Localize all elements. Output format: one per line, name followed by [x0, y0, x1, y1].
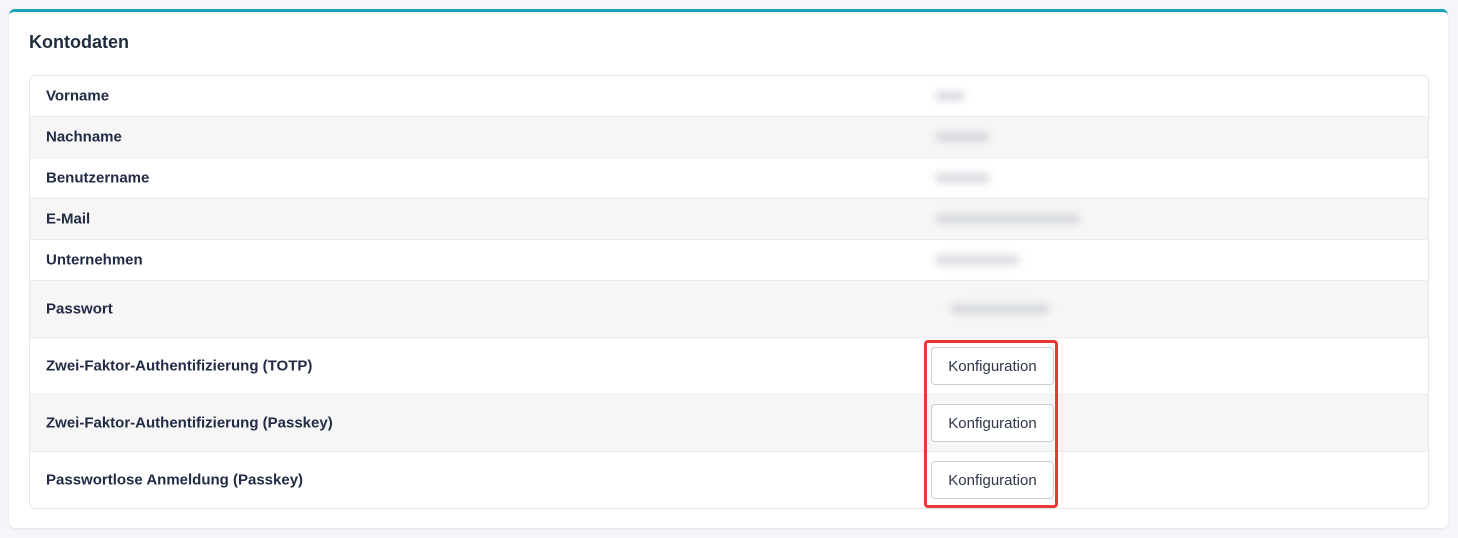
row-company: Unternehmen: [30, 240, 1428, 281]
redacted-value: [935, 173, 990, 183]
row-label: Passwortlose Anmeldung (Passkey): [46, 471, 304, 489]
row-username: Benutzername: [30, 158, 1428, 199]
account-data-card: Kontodaten Vorname Nachname Benutzername…: [9, 9, 1448, 528]
redacted-value: [935, 132, 990, 142]
row-passwordless-login: Passwortlose Anmeldung (Passkey) Konfigu…: [30, 452, 1428, 508]
row-2fa-totp: Zwei-Faktor-Authentifizierung (TOTP) Kon…: [30, 338, 1428, 395]
row-email: E-Mail: [30, 199, 1428, 240]
totp-configuration-button[interactable]: Konfiguration: [931, 347, 1054, 385]
passwordless-configuration-button[interactable]: Konfiguration: [931, 461, 1054, 499]
row-last-name: Nachname: [30, 117, 1428, 158]
row-label: Unternehmen: [46, 251, 143, 269]
row-label: E-Mail: [46, 210, 91, 228]
row-password: Passwort: [30, 281, 1428, 338]
redacted-value: [935, 214, 1080, 224]
row-first-name: Vorname: [30, 76, 1428, 117]
account-data-table: Vorname Nachname Benutzername E-Mail Unt…: [29, 75, 1429, 509]
row-label: Zwei-Faktor-Authentifizierung (TOTP): [46, 357, 313, 375]
row-label: Nachname: [46, 128, 122, 146]
card-title: Kontodaten: [29, 32, 129, 52]
row-label: Benutzername: [46, 169, 150, 187]
row-label: Passwort: [46, 300, 113, 318]
redacted-value: [935, 255, 1020, 265]
passkey-2fa-configuration-button[interactable]: Konfiguration: [931, 404, 1054, 442]
redacted-value: [935, 91, 965, 101]
row-label: Vorname: [46, 87, 110, 105]
row-label: Zwei-Faktor-Authentifizierung (Passkey): [46, 414, 333, 432]
redacted-password-button[interactable]: [950, 304, 1050, 314]
row-2fa-passkey: Zwei-Faktor-Authentifizierung (Passkey) …: [30, 395, 1428, 452]
